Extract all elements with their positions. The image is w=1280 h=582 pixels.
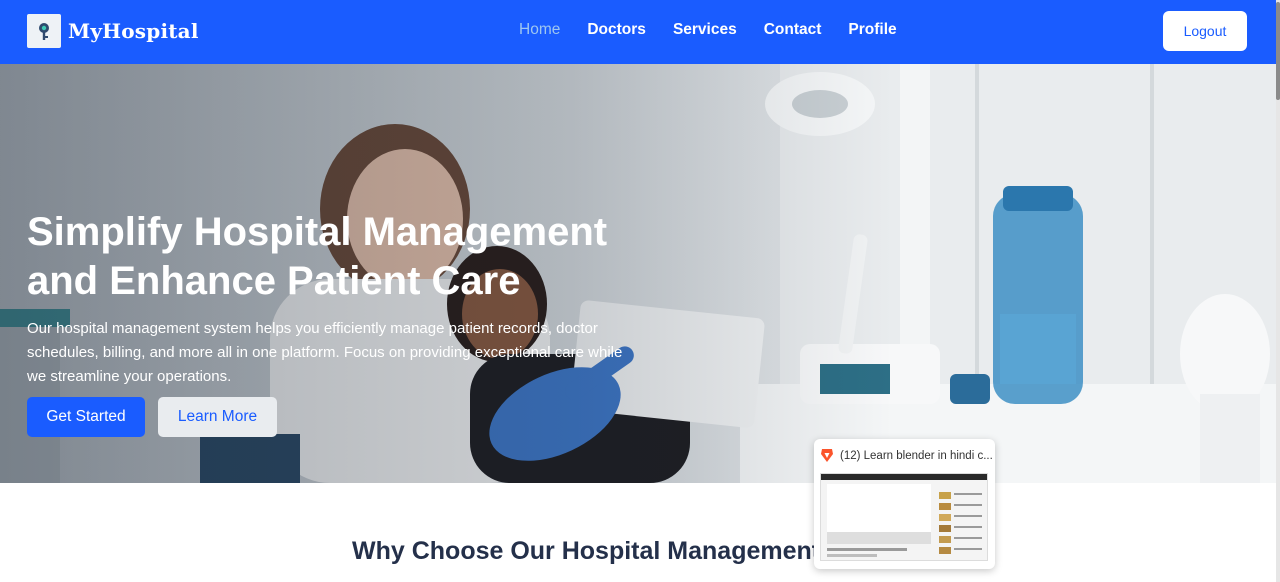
pip-title: (12) Learn blender in hindi c... — [840, 449, 993, 462]
nav-links: Home Doctors Services Contact Profile — [519, 21, 924, 39]
hero-title: Simplify Hospital Management and Enhance… — [27, 208, 667, 306]
hero-section: Simplify Hospital Management and Enhance… — [0, 64, 1276, 483]
brand-name: MyHospital — [68, 19, 199, 43]
nav-services[interactable]: Services — [673, 21, 737, 39]
hero-title-line1: Simplify Hospital Management — [27, 210, 608, 254]
medical-key-icon — [27, 14, 61, 48]
brand[interactable]: MyHospital — [27, 14, 199, 48]
hero-title-line2: and Enhance Patient Care — [27, 259, 521, 303]
get-started-button[interactable]: Get Started — [27, 397, 145, 437]
pip-video-thumbnail[interactable] — [820, 473, 988, 561]
nav-doctors[interactable]: Doctors — [587, 21, 646, 39]
logout-button[interactable]: Logout — [1163, 11, 1247, 51]
nav-profile[interactable]: Profile — [848, 21, 896, 39]
pip-video-popup[interactable]: (12) Learn blender in hindi c... — [814, 439, 995, 569]
nav-home[interactable]: Home — [519, 21, 560, 39]
nav-contact[interactable]: Contact — [764, 21, 822, 39]
brave-lion-icon — [821, 449, 833, 462]
learn-more-button[interactable]: Learn More — [158, 397, 277, 437]
pip-header: (12) Learn blender in hindi c... — [820, 448, 993, 463]
section-title: Why Choose Our Hospital Management — [352, 537, 821, 565]
top-navbar: MyHospital Home Doctors Services Contact… — [0, 0, 1276, 64]
hero-description: Our hospital management system helps you… — [27, 320, 623, 385]
scrollbar-thumb[interactable] — [1276, 2, 1280, 100]
page-scrollbar[interactable] — [1276, 0, 1280, 582]
